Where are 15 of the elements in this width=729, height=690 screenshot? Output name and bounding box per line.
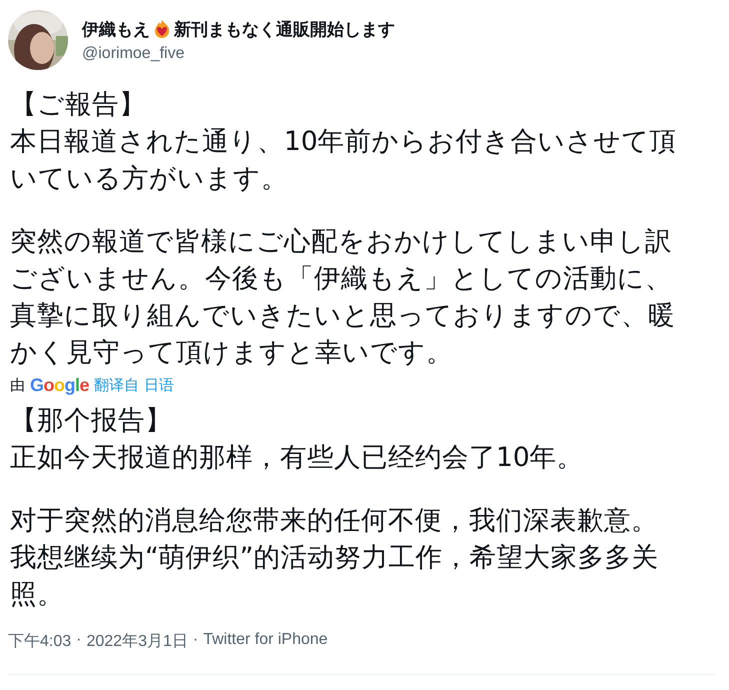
tweet-time[interactable]: 下午4:03 bbox=[8, 631, 72, 652]
flaming-heart-icon bbox=[152, 19, 172, 39]
paragraph: 对于突然的消息给您带来的任何不便，我们深表歉意。 我想继续为“萌伊织”的活动努力工作，希望大家多多关 照。 bbox=[10, 504, 660, 612]
translation-prefix: 由 bbox=[10, 376, 25, 395]
author-name[interactable]: 伊織もえ bbox=[82, 18, 150, 40]
separator-dot: · bbox=[192, 631, 198, 650]
paragraph: 突然の報道で皆様にご心配をおかけしてしまい申し訳 ございません。今後も「伊織もえ」としての活動に、 真摯に取り組んでいきたいと思っておりますので、暖 かく見守って頂けますと幸いです。 bbox=[10, 225, 676, 370]
google-logo: Google bbox=[30, 375, 90, 396]
paragraph: 【ご報告】 本日報道された通り、10年前からお付き合いさせて頂 いている方がいます。 bbox=[10, 88, 678, 196]
author-handle[interactable]: @iorimoe_five bbox=[82, 44, 395, 62]
tweet-date[interactable]: 2022年3月1日 bbox=[86, 631, 188, 652]
separator-dot: · bbox=[76, 631, 82, 650]
tweet-source: Twitter for iPhone bbox=[203, 631, 328, 650]
author-status: 新刊まもなく通販開始します bbox=[174, 18, 395, 40]
paragraph: 【那个报告】 正如今天报道的那样，有些人已经约会了10年。 bbox=[10, 404, 585, 475]
